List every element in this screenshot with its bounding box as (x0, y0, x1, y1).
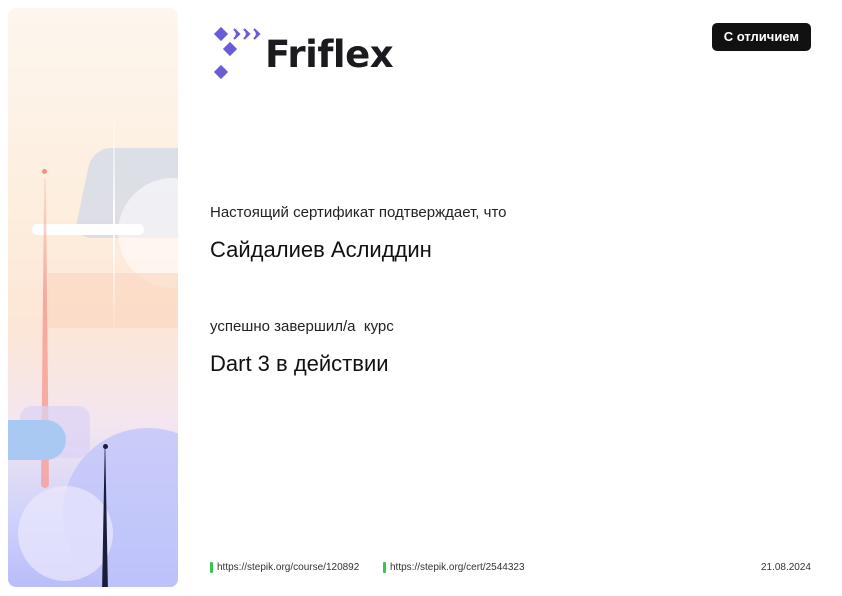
cert-link-text[interactable]: https://stepik.org/cert/2544323 (390, 562, 525, 573)
link-marker (210, 562, 213, 573)
cert-link[interactable]: https://stepik.org/cert/2544323 (383, 562, 525, 573)
art-black-dot (103, 444, 108, 449)
art-thin-line (113, 98, 115, 338)
friflex-logo-icon (213, 26, 261, 80)
course-intro: успешно завершил/а курс (210, 318, 394, 335)
decorative-side-panel (8, 8, 178, 587)
issue-date: 21.08.2024 (760, 562, 811, 573)
course-link[interactable]: https://stepik.org/course/120892 (210, 562, 359, 573)
recipient-name: Сайдалиев Аслиддин (210, 237, 432, 262)
art-pale-circle (18, 486, 113, 581)
certificate-intro: Настоящий сертификат подтверждает, что (210, 204, 507, 221)
course-link-text[interactable]: https://stepik.org/course/120892 (217, 562, 359, 573)
link-marker (383, 562, 386, 573)
course-title: Dart 3 в действии (210, 351, 389, 376)
brand-name: Friflex (265, 32, 394, 76)
art-red-dot (42, 169, 47, 174)
art-blue-pill (8, 420, 66, 460)
friflex-logo: Friflex (213, 26, 394, 82)
distinction-badge: С отличием (711, 23, 811, 51)
art-white-bar (32, 224, 144, 235)
